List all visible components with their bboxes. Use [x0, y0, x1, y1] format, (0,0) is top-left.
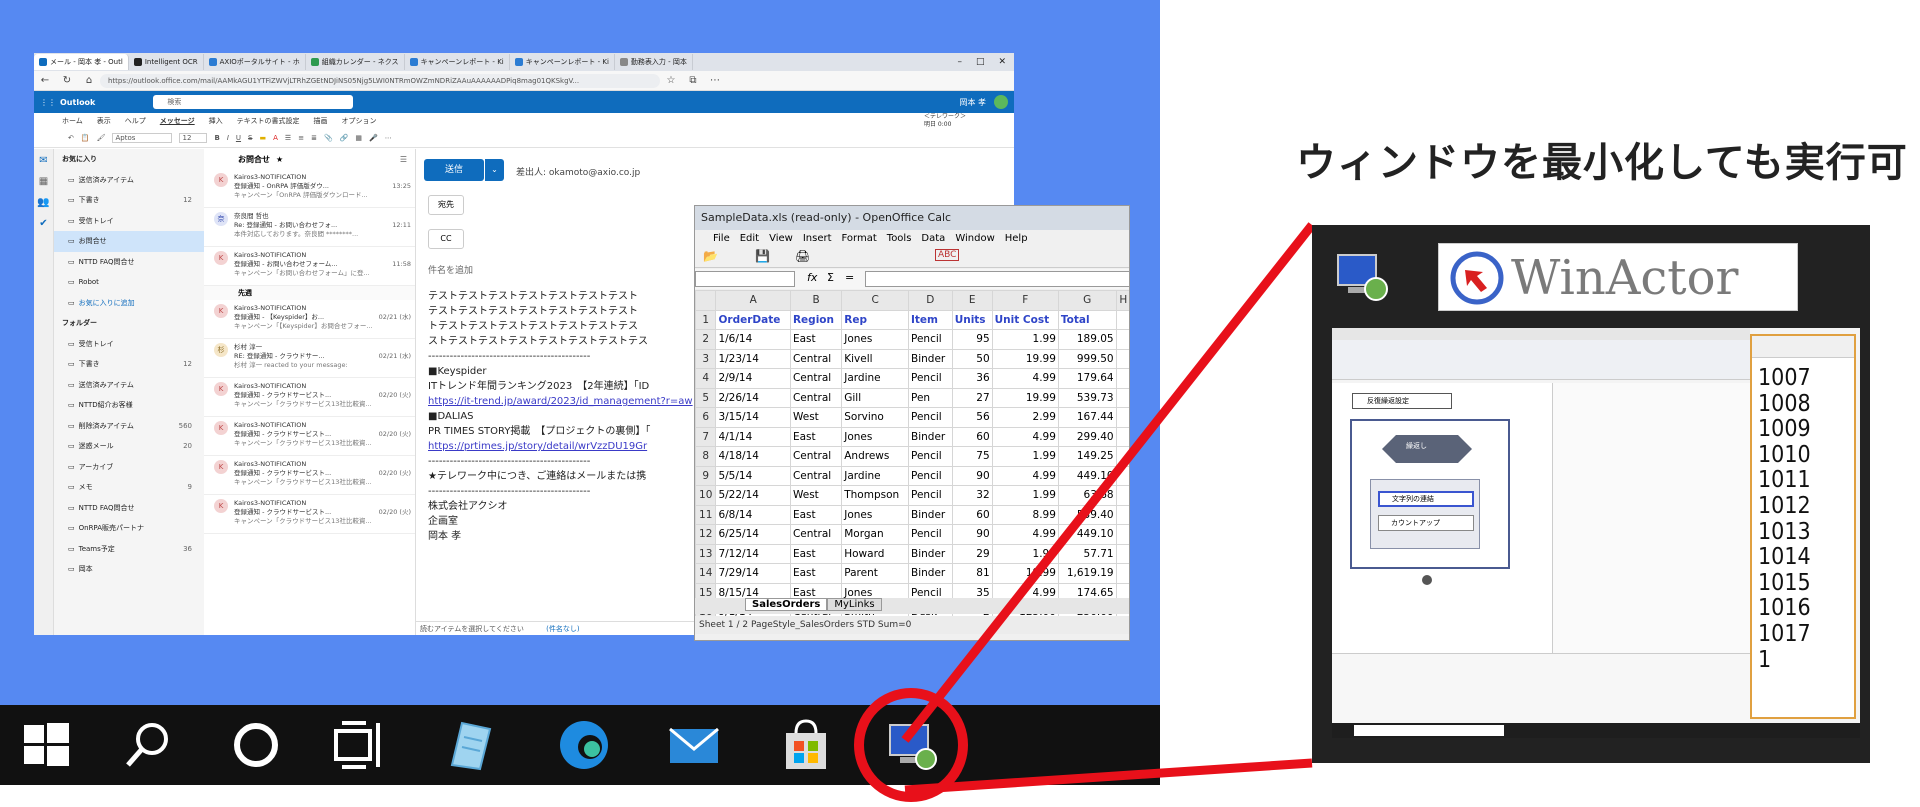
- winactor-titlebar: [1332, 328, 1750, 340]
- notepad-number-line: 1012: [1758, 492, 1811, 519]
- zoom-panel: WinActor 反復繰返設定 繰返し 文字列の連結 カウントアップ 1007 1…: [1312, 225, 1870, 763]
- notepad-window: 1007 1008 1009 1010 1011 1012 1013 1014 1015 1016…: [1750, 334, 1856, 719]
- flow-node-setup: 反復繰返設定: [1352, 393, 1452, 409]
- notepad-number-line: 1009: [1758, 416, 1811, 443]
- notepad-numbers: 1007 1008 1009 1010 1011 1012 1013 1014 1015 1016…: [1758, 365, 1811, 673]
- mini-search-box: [1354, 725, 1504, 736]
- notepad-number-line: 1015: [1758, 569, 1811, 596]
- winactor-side-pane: [1552, 383, 1750, 653]
- winactor-logo-mark: [1450, 251, 1504, 305]
- winactor-window: 反復繰返設定 繰返し 文字列の連結 カウントアップ 1007 1008 1009 10…: [1332, 328, 1860, 723]
- notepad-number-line: 1017: [1758, 620, 1811, 647]
- flow-loop-body: [1370, 479, 1480, 549]
- notepad-number-line: 1007: [1758, 365, 1811, 391]
- callout-line-bottom: [904, 758, 1313, 795]
- notepad-number-line: 1010: [1758, 441, 1811, 468]
- winactor-screenshot: 反復繰返設定 繰返し 文字列の連結 カウントアップ 1007 1008 1009 10…: [1332, 328, 1860, 738]
- notepad-number-line: 1014: [1758, 544, 1811, 571]
- notepad-number-line: 1016: [1758, 595, 1811, 622]
- notepad-titlebar: [1752, 336, 1854, 358]
- winactor-logo: WinActor: [1438, 243, 1798, 311]
- winactor-log-pane: [1332, 653, 1750, 723]
- notepad-number-line: 1011: [1758, 467, 1811, 494]
- flow-node-concat: 文字列の連結: [1378, 491, 1474, 507]
- mini-taskbar: [1332, 723, 1860, 738]
- flow-loop-label: 繰返し: [1406, 442, 1427, 450]
- winactor-logo-text: WinActor: [1511, 250, 1739, 306]
- winactor-toolbar: [1332, 340, 1750, 380]
- notepad-number-line: 1013: [1758, 518, 1811, 545]
- flowchart-canvas: 反復繰返設定 繰返し 文字列の連結 カウントアップ: [1332, 383, 1552, 653]
- flow-end-node: [1422, 575, 1432, 585]
- callout-caption: ウィンドウを最小化しても実行可: [1296, 140, 1908, 186]
- callout-line-top: [901, 222, 1316, 743]
- notepad-number-line: 1: [1758, 646, 1772, 673]
- flow-node-countup: カウントアップ: [1378, 515, 1474, 531]
- highlight-circle: [854, 688, 968, 802]
- winactor-icon: [1334, 249, 1394, 305]
- notepad-number-line: 1008: [1758, 390, 1811, 417]
- flow-loop-shape: [1382, 435, 1472, 463]
